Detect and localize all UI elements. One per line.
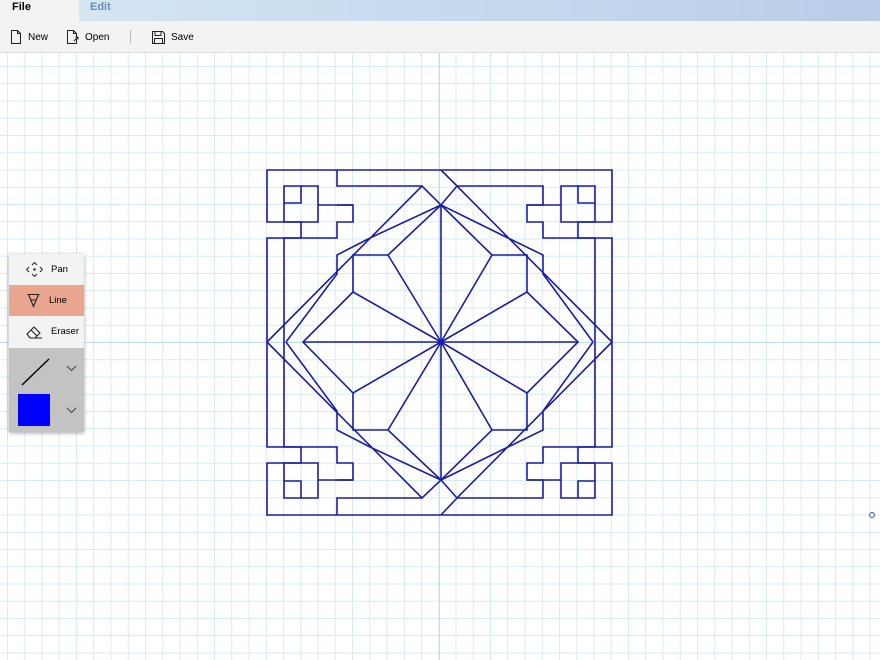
- chevron-down-icon[interactable]: [66, 365, 77, 372]
- chevron-down-icon[interactable]: [66, 407, 77, 414]
- eraser-icon: [26, 325, 42, 339]
- tool-eraser[interactable]: Eraser: [9, 316, 84, 347]
- pen-icon: [27, 293, 40, 308]
- origin-marker: [869, 512, 875, 518]
- pan-label: Pan: [51, 264, 68, 275]
- line-label: Line: [49, 295, 67, 306]
- tool-properties: [9, 348, 84, 432]
- tile-pattern-drawing[interactable]: [0, 0, 880, 660]
- tool-line[interactable]: Line: [9, 285, 84, 316]
- tool-panel: Pan Line Eraser: [9, 254, 84, 432]
- tool-pan[interactable]: Pan: [9, 254, 84, 285]
- stroke-color-swatch[interactable]: [18, 394, 50, 426]
- stroke-preview[interactable]: [19, 356, 51, 388]
- pan-icon: [26, 262, 43, 277]
- eraser-label: Eraser: [51, 326, 79, 337]
